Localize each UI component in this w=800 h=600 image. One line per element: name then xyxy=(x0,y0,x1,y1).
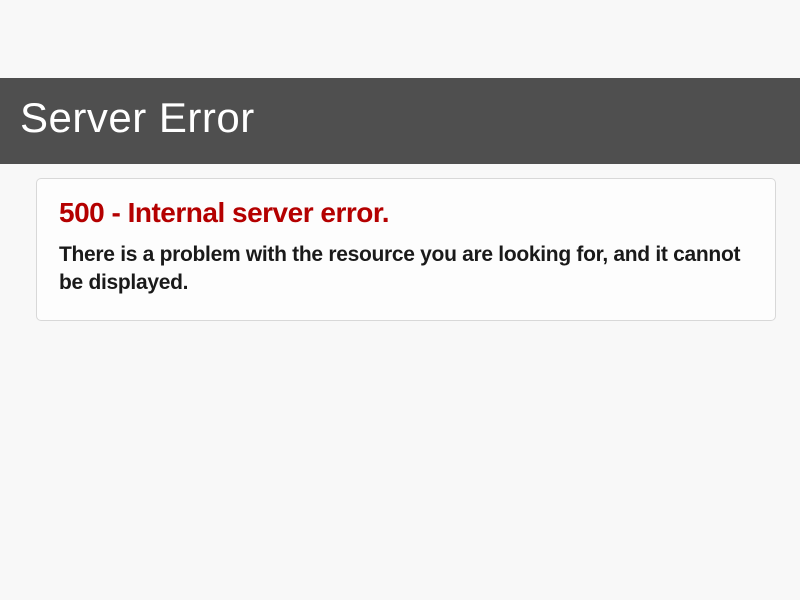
content-wrap: 500 - Internal server error. There is a … xyxy=(0,164,800,321)
error-banner: Server Error xyxy=(0,78,800,164)
error-page: Server Error 500 - Internal server error… xyxy=(0,0,800,600)
error-box: 500 - Internal server error. There is a … xyxy=(36,178,776,321)
banner-title: Server Error xyxy=(20,94,255,141)
error-message: There is a problem with the resource you… xyxy=(59,241,753,298)
error-title: 500 - Internal server error. xyxy=(59,197,753,229)
